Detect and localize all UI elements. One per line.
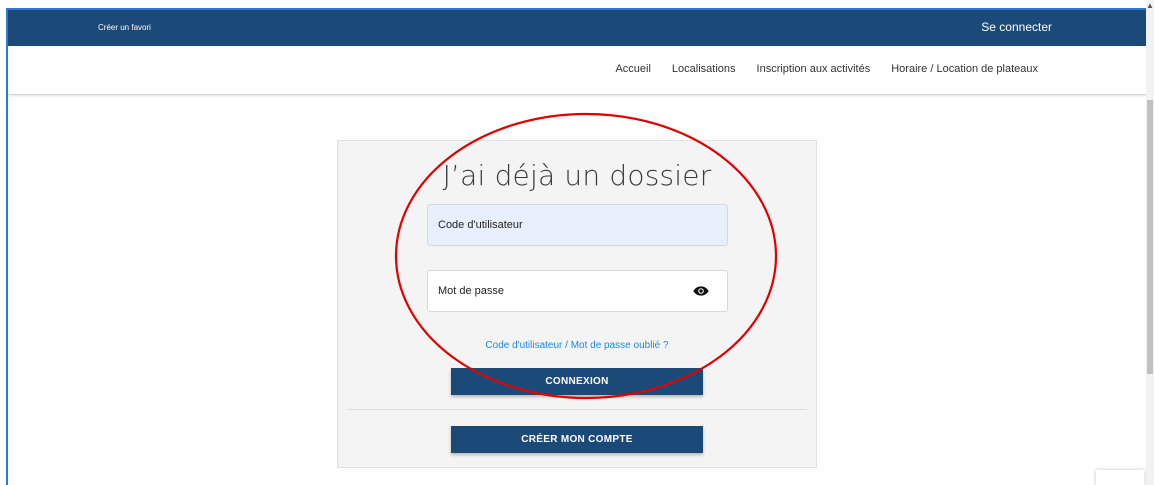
scroll-up-icon[interactable]: ▲ bbox=[1146, 0, 1154, 12]
vertical-scrollbar[interactable]: ▲ bbox=[1146, 0, 1154, 485]
username-placeholder: Code d'utilisateur bbox=[438, 219, 523, 231]
corner-widget bbox=[1096, 470, 1144, 485]
scrollbar-thumb[interactable] bbox=[1147, 100, 1153, 374]
forgot-credentials-link[interactable]: Code d'utilisateur / Mot de passe oublié… bbox=[338, 340, 816, 351]
divider bbox=[347, 409, 807, 410]
login-card: J’ai déjà un dossier Code d'utilisateur … bbox=[337, 140, 817, 468]
password-field[interactable]: Mot de passe bbox=[427, 270, 728, 312]
create-account-button[interactable]: CRÉER MON COMPTE bbox=[451, 426, 703, 453]
browser-viewport: Créer un favori Se connecter Accueil Loc… bbox=[0, 0, 1154, 485]
login-title: J’ai déjà un dossier bbox=[442, 159, 712, 192]
password-placeholder: Mot de passe bbox=[438, 285, 505, 297]
login-button[interactable]: CONNEXION bbox=[451, 368, 703, 395]
username-field[interactable]: Code d'utilisateur bbox=[427, 204, 728, 246]
eye-icon[interactable] bbox=[693, 285, 709, 297]
